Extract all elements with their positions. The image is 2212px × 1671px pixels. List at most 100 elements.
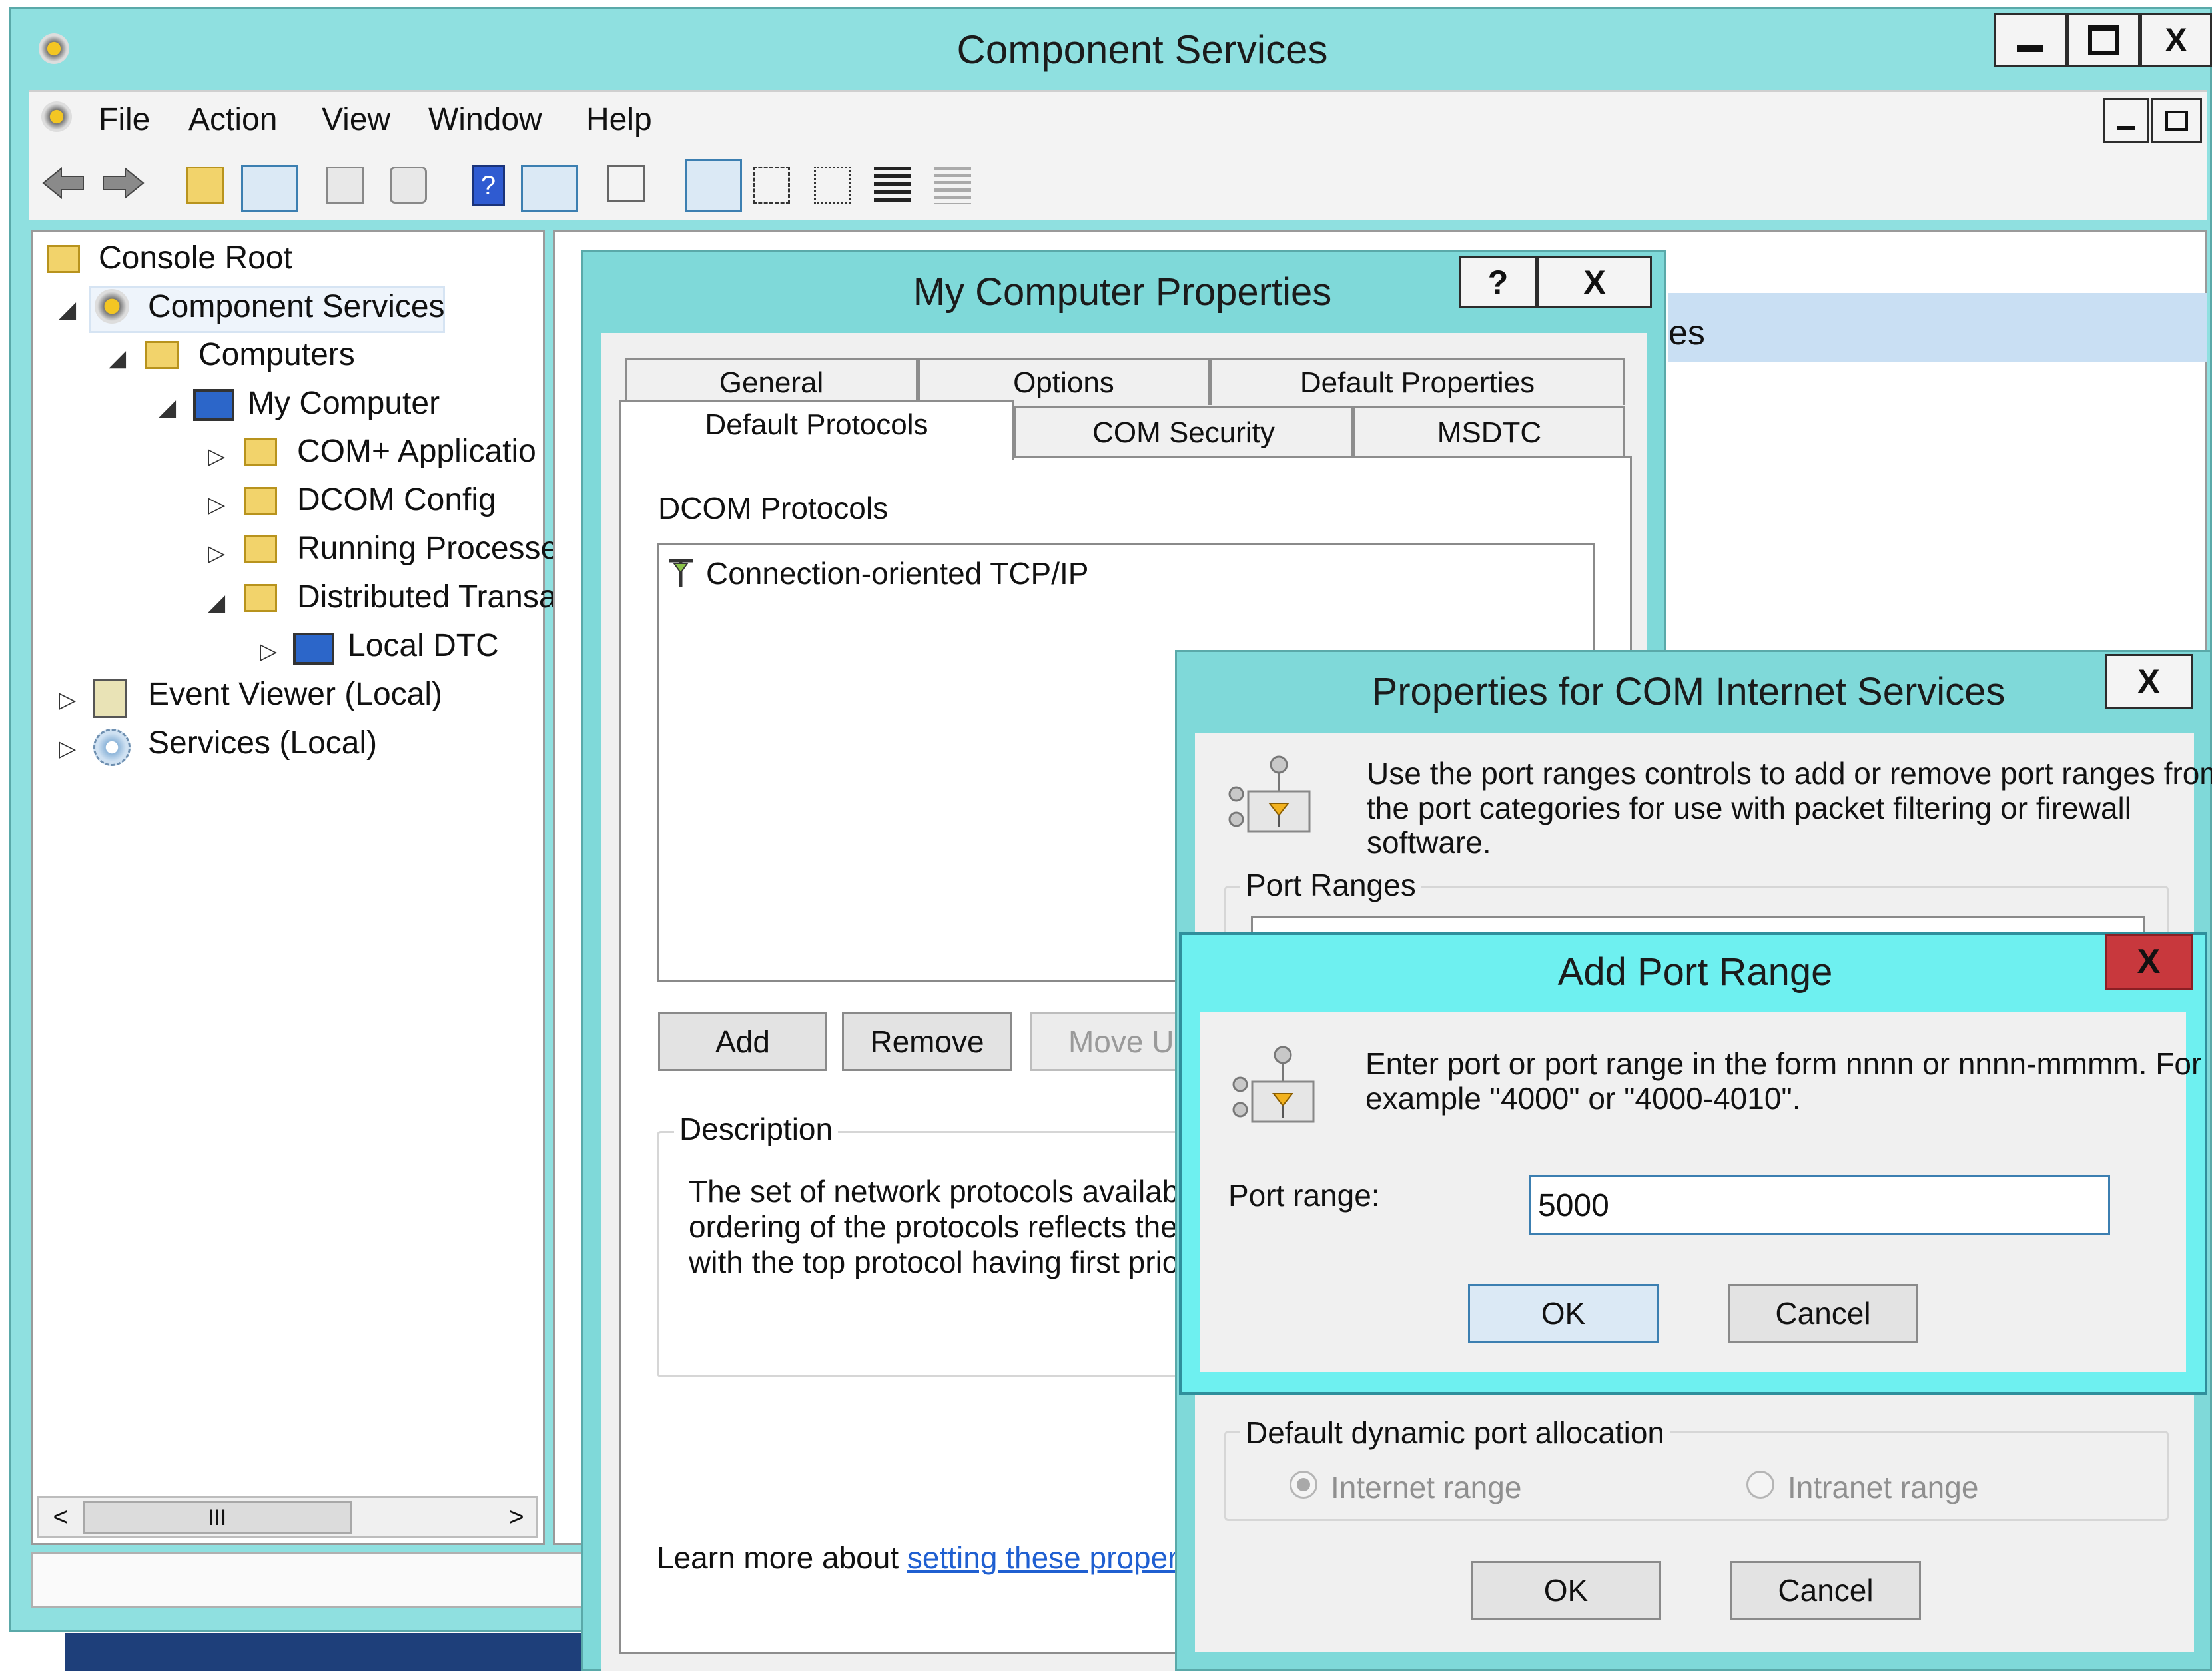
description-line-2: ordering of the protocols reflects the p… xyxy=(689,1209,1220,1244)
com-cancel-button[interactable]: Cancel xyxy=(1730,1561,1921,1620)
scroll-left-button[interactable]: < xyxy=(40,1499,81,1536)
show-hide-tree-icon[interactable] xyxy=(241,165,298,212)
expanded-arrow-icon[interactable]: ◢ xyxy=(109,345,126,372)
radio-dot xyxy=(1297,1478,1310,1491)
dcom-config-folder-icon xyxy=(244,487,277,515)
collapsed-arrow-icon[interactable]: ▷ xyxy=(208,443,225,470)
com-internet-services-title: Properties for COM Internet Services xyxy=(1371,670,2006,713)
expanded-arrow-icon[interactable]: ◢ xyxy=(208,589,225,616)
export-icon[interactable] xyxy=(607,165,645,202)
expanded-arrow-icon[interactable]: ◢ xyxy=(59,296,76,323)
tree-item-running-processes[interactable]: Running Processe xyxy=(297,530,558,567)
tab-msdtc[interactable]: MSDTC xyxy=(1353,406,1625,457)
tab-default-protocols[interactable]: Default Protocols xyxy=(619,400,1014,460)
large-icons-icon[interactable] xyxy=(685,159,742,212)
com-intro-line-3: software. xyxy=(1367,825,1491,860)
collapsed-arrow-icon[interactable]: ▷ xyxy=(208,540,225,567)
forward-arrow-icon[interactable] xyxy=(100,163,147,203)
refresh-icon[interactable] xyxy=(390,167,427,204)
properties-icon[interactable] xyxy=(326,167,364,204)
collapsed-arrow-icon[interactable]: ▷ xyxy=(208,492,225,518)
close-icon: X xyxy=(1583,264,1606,301)
learn-more-prefix: Learn more about xyxy=(657,1540,907,1575)
main-window-title: Component Services xyxy=(956,27,1328,72)
port-filter-icon xyxy=(1232,1046,1315,1123)
menu-window[interactable]: Window xyxy=(428,101,542,138)
child-minimize-button[interactable] xyxy=(2103,98,2149,143)
tab-options[interactable]: Options xyxy=(918,358,1210,405)
menu-help[interactable]: Help xyxy=(586,101,652,138)
running-processes-folder-icon xyxy=(244,535,277,563)
tree-item-dcom-config[interactable]: DCOM Config xyxy=(297,482,496,518)
tree-item-my-computer[interactable]: My Computer xyxy=(248,385,440,422)
tree-item-console-root[interactable]: Console Root xyxy=(99,240,292,276)
menu-view[interactable]: View xyxy=(322,101,390,138)
add-port-intro-line-1: Enter port or port range in the form nnn… xyxy=(1365,1046,2202,1081)
tab-general[interactable]: General xyxy=(625,358,918,405)
disabled-view-icon xyxy=(934,167,971,204)
tree-pane xyxy=(31,230,545,1545)
collapsed-arrow-icon[interactable]: ▷ xyxy=(59,687,76,713)
menu-action[interactable]: Action xyxy=(188,101,277,138)
tree-item-services[interactable]: Services (Local) xyxy=(148,725,377,761)
close-button[interactable]: X xyxy=(1537,256,1652,308)
expanded-arrow-icon[interactable]: ◢ xyxy=(159,394,176,421)
back-arrow-icon[interactable] xyxy=(40,163,87,203)
child-restore-button[interactable] xyxy=(2151,98,2202,143)
intranet-range-label[interactable]: Intranet range xyxy=(1788,1469,1978,1505)
action-pane-icon[interactable] xyxy=(521,165,578,212)
description-label: Description xyxy=(674,1111,839,1147)
add-port-range-title: Add Port Range xyxy=(1557,950,1833,994)
close-button[interactable]: X xyxy=(2105,654,2193,709)
add-button[interactable]: Add xyxy=(658,1012,827,1071)
console-root-folder-icon xyxy=(47,245,80,273)
scroll-right-button[interactable]: > xyxy=(496,1499,537,1536)
intranet-range-radio[interactable] xyxy=(1746,1471,1774,1499)
description-line-3: with the top protocol having first prior… xyxy=(689,1245,1220,1279)
tree-item-component-services[interactable]: Component Services xyxy=(148,288,445,325)
com-ok-button[interactable]: OK xyxy=(1471,1561,1661,1620)
tree-item-distributed-transactions[interactable]: Distributed Transa xyxy=(297,579,557,615)
port-range-value: 5000 xyxy=(1538,1188,1609,1223)
distributed-transactions-folder-icon xyxy=(244,584,277,612)
collapsed-arrow-icon[interactable]: ▷ xyxy=(260,638,277,665)
minimize-button[interactable] xyxy=(1994,13,2067,67)
remove-button[interactable]: Remove xyxy=(842,1012,1012,1071)
scroll-thumb[interactable]: III xyxy=(83,1501,352,1534)
my-computer-properties-title: My Computer Properties xyxy=(913,270,1332,314)
help-icon[interactable]: ? xyxy=(472,165,505,206)
menu-file[interactable]: File xyxy=(99,101,150,138)
up-folder-icon[interactable] xyxy=(186,167,224,204)
port-range-label: Port range: xyxy=(1228,1178,1380,1213)
protocol-item[interactable]: Connection-oriented TCP/IP xyxy=(706,555,1088,591)
close-button[interactable]: X xyxy=(2105,934,2193,990)
event-viewer-icon xyxy=(93,679,127,718)
com-intro-line-1: Use the port ranges controls to add or r… xyxy=(1367,756,2212,791)
close-icon: X xyxy=(2165,21,2187,59)
menu-app-icon xyxy=(41,101,72,132)
details-view-icon[interactable] xyxy=(874,167,911,204)
collapsed-arrow-icon[interactable]: ▷ xyxy=(59,735,76,762)
small-icons-icon[interactable] xyxy=(753,167,790,204)
tree-item-local-dtc[interactable]: Local DTC xyxy=(348,627,499,664)
list-view-icon[interactable] xyxy=(814,167,851,204)
add-port-cancel-button[interactable]: Cancel xyxy=(1728,1284,1918,1343)
local-dtc-icon xyxy=(293,633,334,665)
add-port-ok-button[interactable]: OK xyxy=(1468,1284,1659,1343)
tree-item-event-viewer[interactable]: Event Viewer (Local) xyxy=(148,676,442,713)
tab-default-properties[interactable]: Default Properties xyxy=(1210,358,1625,405)
dynamic-port-label: Default dynamic port allocation xyxy=(1240,1415,1670,1451)
internet-range-label[interactable]: Internet range xyxy=(1331,1469,1521,1505)
tree-item-com-applications[interactable]: COM+ Applicatio xyxy=(297,433,536,470)
maximize-button[interactable] xyxy=(2067,13,2140,67)
close-icon: X xyxy=(2137,942,2161,981)
internet-range-radio[interactable] xyxy=(1290,1471,1317,1499)
close-button[interactable]: X xyxy=(2140,13,2212,67)
port-range-input[interactable]: 5000 xyxy=(1529,1175,2110,1235)
learn-more-text: Learn more about setting these propertie… xyxy=(657,1540,1234,1576)
dcom-protocols-label: DCOM Protocols xyxy=(658,491,889,525)
help-button[interactable]: ? xyxy=(1459,256,1537,308)
port-ranges-label: Port Ranges xyxy=(1240,867,1421,903)
tab-com-security[interactable]: COM Security xyxy=(1014,406,1353,457)
tree-item-computers[interactable]: Computers xyxy=(198,336,355,373)
